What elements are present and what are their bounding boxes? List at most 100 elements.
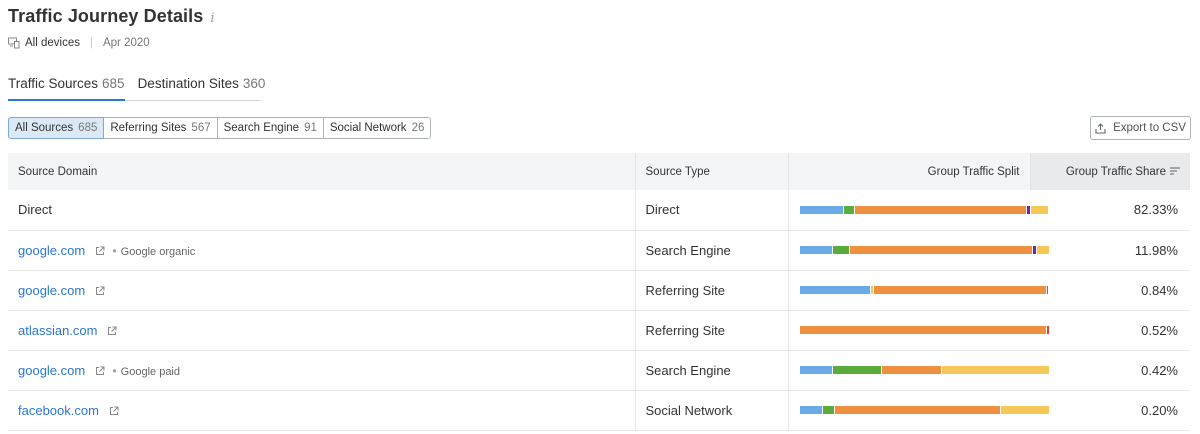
info-icon[interactable]: i — [210, 11, 214, 26]
split-segment-yellow[interactable] — [1001, 406, 1049, 414]
tab-label: Traffic Sources — [8, 76, 99, 91]
traffic-share-cell: 0.42% — [1030, 350, 1190, 391]
filter-label: Search Engine — [223, 122, 300, 134]
split-segment-purple[interactable] — [1032, 246, 1037, 254]
export-csv-button[interactable]: Export to CSV — [1090, 116, 1191, 140]
split-segment-yellow[interactable] — [1037, 246, 1049, 254]
report-date: Apr 2020 — [102, 37, 150, 49]
filter-count: 26 — [411, 122, 425, 134]
split-segment-green[interactable] — [832, 246, 849, 254]
source-filter-group: All Sources 685 Referring Sites 567 Search… — [8, 117, 432, 139]
source-domain-cell: google.com • Google organic — [8, 230, 635, 271]
page-title-row: Traffic Journey Details i — [8, 6, 215, 27]
traffic-split-cell — [787, 350, 1049, 391]
traffic-split-bar[interactable] — [799, 246, 1049, 254]
split-segment-green[interactable] — [822, 406, 835, 414]
source-domain-link[interactable]: google.com — [18, 283, 85, 298]
traffic-split-cell — [787, 270, 1049, 311]
split-segment-yellow[interactable] — [942, 366, 1049, 374]
split-segment-orange[interactable] — [873, 286, 1046, 294]
split-segment-yellow[interactable] — [1031, 205, 1049, 214]
table-row: google.com Referring Site 0.84% — [8, 270, 1190, 311]
split-segment-orange[interactable] — [854, 205, 1027, 214]
traffic-share-cell: 82.33% — [1030, 190, 1190, 231]
source-domain-text: Direct — [18, 202, 52, 218]
traffic-split-bar[interactable] — [799, 205, 1049, 214]
traffic-split-bar[interactable] — [799, 406, 1049, 414]
table-row: google.com • Google organic Search Engine 1… — [8, 230, 1190, 271]
traffic-sources-table: Source Domain Source Type Group Traffic … — [8, 153, 1190, 431]
filter-label: Social Network — [329, 122, 407, 134]
report-meta: All devices | Apr 2020 — [8, 37, 150, 49]
source-type-cell: Search Engine — [634, 230, 788, 271]
split-segment-green[interactable] — [832, 366, 881, 374]
column-header-label: Group Traffic Share — [1065, 165, 1166, 178]
table-row: google.com • Google paid Search Engine 0.42… — [8, 350, 1190, 391]
column-header-traffic-share[interactable]: Group Traffic Share — [1030, 153, 1190, 190]
split-segment-red[interactable] — [1046, 326, 1049, 334]
table-row: atlassian.com Referring Site 0.52% — [8, 310, 1190, 351]
source-domain-cell: atlassian.com — [8, 310, 635, 351]
tab-destination-sites[interactable]: Destination Sites 360 — [138, 76, 266, 100]
external-link-icon[interactable] — [95, 366, 105, 376]
traffic-split-bar[interactable] — [799, 286, 1049, 294]
table-row: facebook.com Social Network 0.20% — [8, 390, 1190, 431]
tab-count: 685 — [102, 76, 125, 91]
source-domain-link[interactable]: google.com — [18, 363, 85, 378]
device-filter[interactable]: All devices — [25, 37, 80, 49]
filter-social-network[interactable]: Social Network 26 — [322, 117, 432, 139]
sort-descending-icon — [1170, 167, 1180, 176]
split-segment-green[interactable] — [843, 205, 854, 214]
split-segment-red[interactable] — [1047, 286, 1049, 294]
source-domain-cell: google.com — [8, 270, 635, 311]
export-icon — [1095, 122, 1106, 134]
source-type-cell: Social Network — [634, 390, 788, 431]
column-header-source-domain[interactable]: Source Domain — [8, 153, 636, 190]
source-domain-link[interactable]: google.com — [18, 243, 85, 258]
external-link-icon[interactable] — [107, 326, 117, 336]
source-domain-cell: Direct — [8, 190, 635, 231]
split-segment-blue[interactable] — [799, 406, 822, 414]
split-segment-blue[interactable] — [799, 366, 832, 374]
split-segment-blue[interactable] — [799, 286, 871, 294]
tab-traffic-sources[interactable]: Traffic Sources 685 — [8, 76, 125, 101]
source-type-cell: Referring Site — [634, 270, 788, 311]
export-label: Export to CSV — [1113, 122, 1186, 134]
tab-count: 360 — [242, 76, 266, 91]
split-segment-orange[interactable] — [835, 406, 1001, 414]
external-link-icon[interactable] — [95, 286, 105, 296]
traffic-share-cell: 11.98% — [1030, 230, 1190, 271]
filter-referring-sites[interactable]: Referring Sites 567 — [103, 117, 218, 139]
source-domain-link[interactable]: atlassian.com — [18, 323, 97, 338]
column-header-source-type[interactable]: Source Type — [635, 153, 789, 190]
split-segment-blue[interactable] — [799, 205, 843, 214]
traffic-share-cell: 0.20% — [1030, 390, 1190, 431]
split-segment-yellow[interactable] — [871, 286, 873, 294]
source-subtype: Google organic — [120, 245, 196, 258]
split-segment-orange[interactable] — [849, 246, 1032, 254]
column-header-traffic-split[interactable]: Group Traffic Split — [788, 153, 1031, 190]
meta-divider: | — [89, 37, 93, 49]
external-link-icon[interactable] — [109, 406, 119, 416]
split-segment-blue[interactable] — [799, 246, 832, 254]
filter-label: All Sources — [15, 122, 74, 134]
split-segment-purple[interactable] — [1027, 205, 1031, 214]
filter-search-engine[interactable]: Search Engine 91 — [216, 117, 324, 139]
source-type-cell: Referring Site — [634, 310, 788, 351]
traffic-split-bar[interactable] — [799, 366, 1049, 374]
tab-bar: Traffic Sources 685 Destination Sites 360 — [8, 76, 265, 101]
traffic-share-cell: 0.84% — [1030, 270, 1190, 311]
filter-all-sources[interactable]: All Sources 685 — [8, 117, 105, 139]
traffic-split-bar[interactable] — [799, 326, 1049, 334]
source-subtype: Google paid — [120, 365, 180, 378]
source-domain-link[interactable]: facebook.com — [18, 403, 99, 418]
split-segment-orange[interactable] — [799, 326, 1046, 334]
traffic-split-cell — [787, 230, 1049, 271]
separator-dot: • — [112, 243, 117, 258]
filter-label: Referring Sites — [110, 122, 187, 134]
page-title: Traffic Journey Details — [8, 6, 204, 26]
split-segment-orange[interactable] — [881, 366, 942, 374]
external-link-icon[interactable] — [95, 246, 105, 256]
tab-label: Destination Sites — [137, 76, 239, 91]
source-type-cell: Search Engine — [634, 350, 788, 391]
